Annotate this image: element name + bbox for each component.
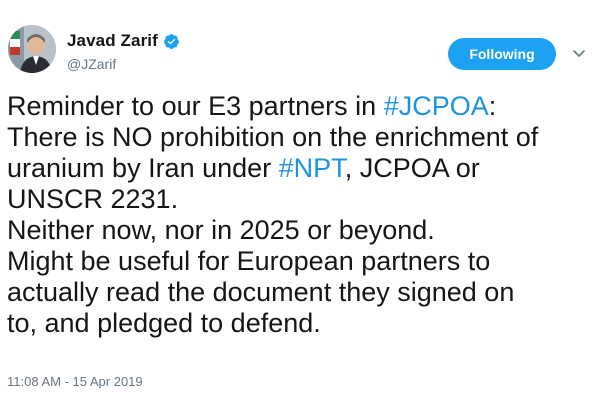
tweet-text-line: to, and pledged to defend. bbox=[7, 308, 595, 339]
hashtag-link[interactable]: #JCPOA bbox=[384, 91, 489, 121]
tweet-text-line: UNSCR 2231. bbox=[7, 184, 595, 215]
tweet-text-segment: UNSCR 2231. bbox=[7, 184, 179, 214]
author-name-row: Javad Zarif bbox=[67, 30, 180, 52]
tweet-text-segment: Reminder to our E3 partners in bbox=[7, 91, 384, 121]
tweet-text-segment: , JCPOA or bbox=[344, 153, 480, 183]
tweet-card: Javad Zarif @JZarif Following Reminder t… bbox=[0, 0, 600, 400]
tweet-timestamp[interactable]: 11:08 AM - 15 Apr 2019 bbox=[7, 374, 143, 389]
tweet-text: Reminder to our E3 partners in #JCPOA: Th… bbox=[7, 91, 595, 339]
tweet-text-line: There is NO prohibition on the enrichmen… bbox=[7, 122, 595, 153]
tweet-text-line: Reminder to our E3 partners in #JCPOA: bbox=[7, 91, 595, 122]
avatar-photo-icon bbox=[8, 25, 56, 73]
author-handle[interactable]: @JZarif bbox=[67, 56, 116, 72]
tweet-text-line: actually read the document they signed o… bbox=[7, 277, 595, 308]
chevron-down-icon[interactable] bbox=[570, 44, 588, 62]
tweet-text-segment: Might be useful for European partners to bbox=[7, 246, 491, 276]
tweet-text-segment: uranium by Iran under bbox=[7, 153, 279, 183]
verified-badge-icon bbox=[163, 33, 180, 50]
tweet-text-segment: Neither now, nor in 2025 or beyond. bbox=[7, 215, 435, 245]
following-button[interactable]: Following bbox=[448, 38, 556, 70]
tweet-text-line: uranium by Iran under #NPT, JCPOA or bbox=[7, 153, 595, 184]
tweet-text-line: Might be useful for European partners to bbox=[7, 246, 595, 277]
author-avatar[interactable] bbox=[8, 25, 56, 73]
hashtag-link[interactable]: #NPT bbox=[279, 153, 345, 183]
tweet-text-line: Neither now, nor in 2025 or beyond. bbox=[7, 215, 595, 246]
tweet-text-segment: There is NO prohibition on the enrichmen… bbox=[7, 122, 539, 152]
author-name[interactable]: Javad Zarif bbox=[67, 31, 158, 51]
tweet-text-segment: to, and pledged to defend. bbox=[7, 308, 321, 338]
tweet-text-segment: actually read the document they signed o… bbox=[7, 277, 515, 307]
tweet-text-segment: : bbox=[488, 91, 497, 121]
